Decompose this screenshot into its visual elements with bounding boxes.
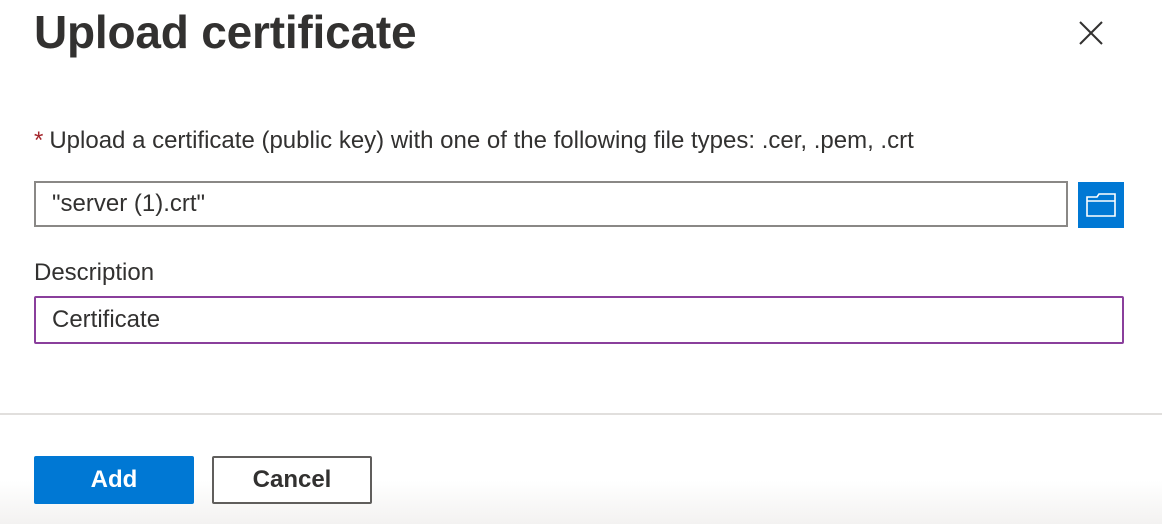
file-path-input[interactable]: "server (1).crt" bbox=[34, 181, 1068, 227]
upload-field-label: * Upload a certificate (public key) with … bbox=[34, 126, 914, 156]
upload-label-text: Upload a certificate (public key) with o… bbox=[49, 127, 914, 154]
required-marker: * bbox=[34, 127, 44, 154]
folder-icon bbox=[1086, 193, 1116, 217]
panel-title: Upload certificate bbox=[34, 6, 417, 58]
close-button[interactable] bbox=[1070, 12, 1112, 54]
description-label: Description bbox=[34, 259, 155, 286]
file-picker: "server (1).crt" bbox=[34, 181, 1126, 229]
cancel-button[interactable]: Cancel bbox=[212, 456, 372, 504]
close-icon bbox=[1079, 21, 1103, 45]
upload-certificate-panel: Upload certificate * Upload a certificate… bbox=[0, 0, 1162, 524]
browse-button[interactable] bbox=[1078, 182, 1124, 228]
add-button[interactable]: Add bbox=[34, 456, 194, 504]
description-input[interactable] bbox=[34, 296, 1124, 344]
